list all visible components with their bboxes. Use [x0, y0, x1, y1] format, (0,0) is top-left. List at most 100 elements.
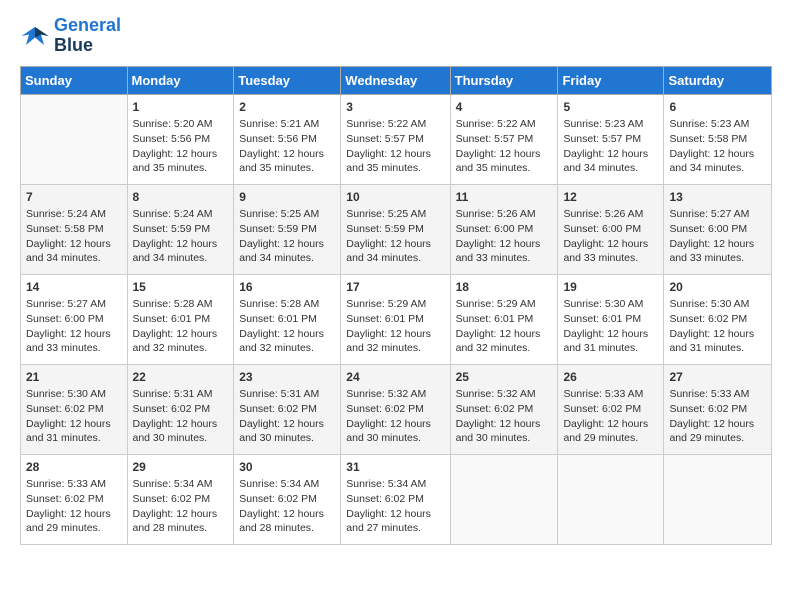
day-number: 17 — [346, 279, 444, 296]
logo-icon — [20, 21, 50, 51]
day-info: Sunrise: 5:30 AM Sunset: 6:01 PM Dayligh… — [563, 297, 658, 356]
calendar-cell: 30Sunrise: 5:34 AM Sunset: 6:02 PM Dayli… — [234, 454, 341, 544]
calendar-header: SundayMondayTuesdayWednesdayThursdayFrid… — [21, 66, 772, 94]
calendar-cell: 20Sunrise: 5:30 AM Sunset: 6:02 PM Dayli… — [664, 274, 772, 364]
weekday-header-wednesday: Wednesday — [341, 66, 450, 94]
day-info: Sunrise: 5:25 AM Sunset: 5:59 PM Dayligh… — [346, 207, 444, 266]
day-number: 12 — [563, 189, 658, 206]
day-info: Sunrise: 5:26 AM Sunset: 6:00 PM Dayligh… — [456, 207, 553, 266]
day-info: Sunrise: 5:25 AM Sunset: 5:59 PM Dayligh… — [239, 207, 335, 266]
day-info: Sunrise: 5:34 AM Sunset: 6:02 PM Dayligh… — [346, 477, 444, 536]
day-info: Sunrise: 5:24 AM Sunset: 5:59 PM Dayligh… — [133, 207, 229, 266]
day-number: 23 — [239, 369, 335, 386]
day-info: Sunrise: 5:34 AM Sunset: 6:02 PM Dayligh… — [239, 477, 335, 536]
day-number: 9 — [239, 189, 335, 206]
weekday-header-saturday: Saturday — [664, 66, 772, 94]
day-number: 10 — [346, 189, 444, 206]
calendar-cell: 12Sunrise: 5:26 AM Sunset: 6:00 PM Dayli… — [558, 184, 664, 274]
calendar-cell: 4Sunrise: 5:22 AM Sunset: 5:57 PM Daylig… — [450, 94, 558, 184]
calendar-cell: 6Sunrise: 5:23 AM Sunset: 5:58 PM Daylig… — [664, 94, 772, 184]
day-number: 20 — [669, 279, 766, 296]
calendar-cell: 28Sunrise: 5:33 AM Sunset: 6:02 PM Dayli… — [21, 454, 128, 544]
day-number: 26 — [563, 369, 658, 386]
weekday-header-row: SundayMondayTuesdayWednesdayThursdayFrid… — [21, 66, 772, 94]
calendar-cell: 11Sunrise: 5:26 AM Sunset: 6:00 PM Dayli… — [450, 184, 558, 274]
calendar-cell: 1Sunrise: 5:20 AM Sunset: 5:56 PM Daylig… — [127, 94, 234, 184]
day-number: 16 — [239, 279, 335, 296]
calendar-cell: 13Sunrise: 5:27 AM Sunset: 6:00 PM Dayli… — [664, 184, 772, 274]
day-number: 28 — [26, 459, 122, 476]
day-number: 3 — [346, 99, 444, 116]
calendar-cell: 7Sunrise: 5:24 AM Sunset: 5:58 PM Daylig… — [21, 184, 128, 274]
day-number: 4 — [456, 99, 553, 116]
day-info: Sunrise: 5:23 AM Sunset: 5:58 PM Dayligh… — [669, 117, 766, 176]
calendar-cell: 25Sunrise: 5:32 AM Sunset: 6:02 PM Dayli… — [450, 364, 558, 454]
day-info: Sunrise: 5:32 AM Sunset: 6:02 PM Dayligh… — [346, 387, 444, 446]
calendar-week-5: 28Sunrise: 5:33 AM Sunset: 6:02 PM Dayli… — [21, 454, 772, 544]
day-info: Sunrise: 5:34 AM Sunset: 6:02 PM Dayligh… — [133, 477, 229, 536]
weekday-header-friday: Friday — [558, 66, 664, 94]
day-number: 8 — [133, 189, 229, 206]
day-info: Sunrise: 5:29 AM Sunset: 6:01 PM Dayligh… — [346, 297, 444, 356]
day-number: 6 — [669, 99, 766, 116]
logo: GeneralBlue — [20, 16, 121, 56]
calendar-cell — [450, 454, 558, 544]
calendar-cell — [21, 94, 128, 184]
day-info: Sunrise: 5:22 AM Sunset: 5:57 PM Dayligh… — [346, 117, 444, 176]
day-number: 13 — [669, 189, 766, 206]
day-number: 1 — [133, 99, 229, 116]
day-number: 18 — [456, 279, 553, 296]
calendar-cell: 26Sunrise: 5:33 AM Sunset: 6:02 PM Dayli… — [558, 364, 664, 454]
day-info: Sunrise: 5:24 AM Sunset: 5:58 PM Dayligh… — [26, 207, 122, 266]
calendar-table: SundayMondayTuesdayWednesdayThursdayFrid… — [20, 66, 772, 545]
day-info: Sunrise: 5:28 AM Sunset: 6:01 PM Dayligh… — [239, 297, 335, 356]
calendar-cell: 10Sunrise: 5:25 AM Sunset: 5:59 PM Dayli… — [341, 184, 450, 274]
calendar-cell: 2Sunrise: 5:21 AM Sunset: 5:56 PM Daylig… — [234, 94, 341, 184]
calendar-cell: 16Sunrise: 5:28 AM Sunset: 6:01 PM Dayli… — [234, 274, 341, 364]
day-info: Sunrise: 5:32 AM Sunset: 6:02 PM Dayligh… — [456, 387, 553, 446]
calendar-week-2: 7Sunrise: 5:24 AM Sunset: 5:58 PM Daylig… — [21, 184, 772, 274]
calendar-cell: 31Sunrise: 5:34 AM Sunset: 6:02 PM Dayli… — [341, 454, 450, 544]
day-info: Sunrise: 5:23 AM Sunset: 5:57 PM Dayligh… — [563, 117, 658, 176]
calendar-cell — [558, 454, 664, 544]
weekday-header-tuesday: Tuesday — [234, 66, 341, 94]
day-info: Sunrise: 5:27 AM Sunset: 6:00 PM Dayligh… — [669, 207, 766, 266]
day-info: Sunrise: 5:29 AM Sunset: 6:01 PM Dayligh… — [456, 297, 553, 356]
calendar-body: 1Sunrise: 5:20 AM Sunset: 5:56 PM Daylig… — [21, 94, 772, 544]
calendar-cell: 19Sunrise: 5:30 AM Sunset: 6:01 PM Dayli… — [558, 274, 664, 364]
day-number: 25 — [456, 369, 553, 386]
calendar-cell: 15Sunrise: 5:28 AM Sunset: 6:01 PM Dayli… — [127, 274, 234, 364]
page-header: GeneralBlue — [20, 16, 772, 56]
day-info: Sunrise: 5:27 AM Sunset: 6:00 PM Dayligh… — [26, 297, 122, 356]
calendar-week-1: 1Sunrise: 5:20 AM Sunset: 5:56 PM Daylig… — [21, 94, 772, 184]
day-info: Sunrise: 5:22 AM Sunset: 5:57 PM Dayligh… — [456, 117, 553, 176]
logo-text: GeneralBlue — [54, 16, 121, 56]
day-number: 31 — [346, 459, 444, 476]
day-number: 30 — [239, 459, 335, 476]
day-info: Sunrise: 5:33 AM Sunset: 6:02 PM Dayligh… — [563, 387, 658, 446]
calendar-cell: 3Sunrise: 5:22 AM Sunset: 5:57 PM Daylig… — [341, 94, 450, 184]
day-number: 7 — [26, 189, 122, 206]
calendar-cell: 14Sunrise: 5:27 AM Sunset: 6:00 PM Dayli… — [21, 274, 128, 364]
day-info: Sunrise: 5:31 AM Sunset: 6:02 PM Dayligh… — [239, 387, 335, 446]
day-number: 29 — [133, 459, 229, 476]
day-number: 15 — [133, 279, 229, 296]
calendar-cell — [664, 454, 772, 544]
weekday-header-monday: Monday — [127, 66, 234, 94]
day-info: Sunrise: 5:33 AM Sunset: 6:02 PM Dayligh… — [669, 387, 766, 446]
calendar-cell: 23Sunrise: 5:31 AM Sunset: 6:02 PM Dayli… — [234, 364, 341, 454]
day-info: Sunrise: 5:30 AM Sunset: 6:02 PM Dayligh… — [669, 297, 766, 356]
day-info: Sunrise: 5:30 AM Sunset: 6:02 PM Dayligh… — [26, 387, 122, 446]
day-number: 19 — [563, 279, 658, 296]
calendar-cell: 18Sunrise: 5:29 AM Sunset: 6:01 PM Dayli… — [450, 274, 558, 364]
day-info: Sunrise: 5:28 AM Sunset: 6:01 PM Dayligh… — [133, 297, 229, 356]
day-number: 21 — [26, 369, 122, 386]
calendar-cell: 8Sunrise: 5:24 AM Sunset: 5:59 PM Daylig… — [127, 184, 234, 274]
day-number: 5 — [563, 99, 658, 116]
day-info: Sunrise: 5:21 AM Sunset: 5:56 PM Dayligh… — [239, 117, 335, 176]
calendar-cell: 29Sunrise: 5:34 AM Sunset: 6:02 PM Dayli… — [127, 454, 234, 544]
calendar-cell: 17Sunrise: 5:29 AM Sunset: 6:01 PM Dayli… — [341, 274, 450, 364]
day-number: 22 — [133, 369, 229, 386]
day-number: 11 — [456, 189, 553, 206]
calendar-cell: 5Sunrise: 5:23 AM Sunset: 5:57 PM Daylig… — [558, 94, 664, 184]
